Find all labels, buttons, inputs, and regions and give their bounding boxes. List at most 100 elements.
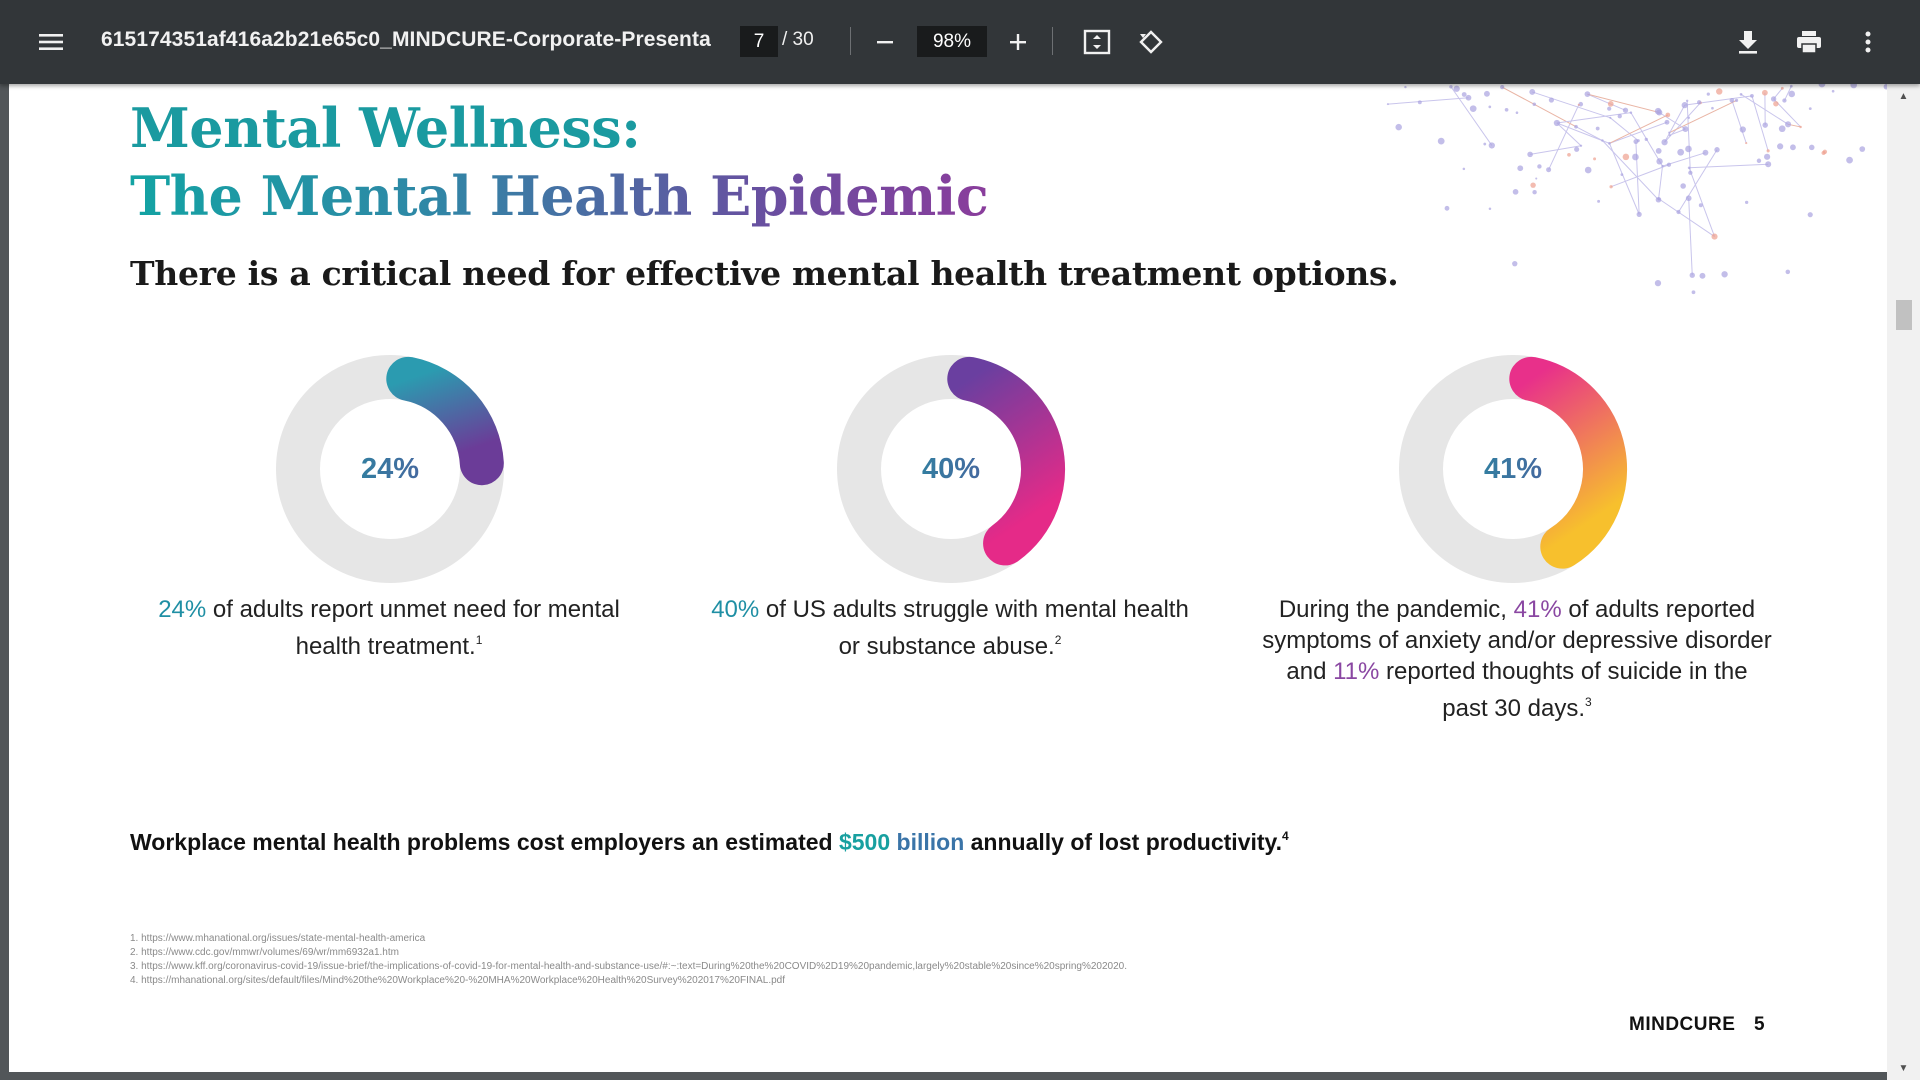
neuron-node	[1790, 144, 1796, 151]
scrollbar-thumb[interactable]	[1896, 300, 1912, 330]
neuron-node	[1584, 166, 1592, 174]
neuron-line	[1686, 100, 1691, 173]
neuron-node	[1417, 100, 1422, 105]
neuron-node	[1676, 209, 1681, 215]
neuron-node	[1488, 142, 1495, 149]
neuron-node	[1654, 280, 1662, 287]
rotate-icon	[1139, 30, 1163, 54]
neuron-node	[1846, 156, 1853, 164]
neuron-node	[1687, 116, 1691, 119]
neuron-node	[1764, 153, 1771, 160]
neuron-node	[1483, 90, 1490, 97]
neuron-node	[1788, 90, 1796, 98]
neuron-node	[1632, 153, 1639, 161]
neuron-node	[1789, 84, 1793, 88]
neuron-node	[1444, 205, 1450, 211]
stat-caption-2: 40% of US adults struggle with mental he…	[700, 594, 1200, 662]
zoom-input[interactable]: 98%	[917, 26, 987, 57]
neuron-line	[1501, 86, 1577, 128]
neuron-node	[1711, 233, 1718, 240]
neuron-node	[1739, 93, 1743, 96]
neuron-node	[1762, 122, 1768, 128]
neuron-node	[1609, 185, 1613, 189]
neuron-node	[1773, 101, 1779, 107]
neuron-node	[1655, 196, 1662, 203]
neuron-node	[1517, 165, 1524, 172]
vertical-scrollbar[interactable]: ▲ ▼	[1887, 84, 1920, 1080]
neuron-node	[1739, 126, 1746, 133]
neuron-node	[1665, 112, 1671, 118]
neuron-node	[1532, 190, 1537, 195]
neuron-node	[1449, 85, 1453, 89]
neuron-line	[1610, 117, 1639, 142]
stat-highlight-2: 11%	[1333, 658, 1380, 685]
neuron-node	[1395, 123, 1402, 131]
stat-highlight: 40%	[711, 596, 760, 623]
pdf-page: Mental Wellness: The Mental Health Epide…	[9, 84, 1887, 1072]
donut-label: 24%	[275, 354, 505, 584]
neuron-node	[1593, 157, 1597, 161]
slide-subtitle: There is a critical need for effective m…	[130, 254, 1399, 293]
footnote: 1. https://www.mhanational.org/issues/st…	[130, 933, 426, 944]
slide-title-line2: The Mental Health Epidemic	[130, 164, 989, 228]
billion-highlight: billion	[890, 829, 965, 855]
neuron-node	[1831, 89, 1835, 93]
neuron-node	[1579, 144, 1583, 147]
footnote-ref: 1	[475, 633, 483, 647]
stat-text: of adults report unmet need for mental h…	[206, 596, 620, 660]
neuron-line	[1688, 198, 1693, 276]
footnote: 2. https://www.cdc.gov/mmwr/volumes/69/w…	[130, 947, 399, 958]
neuron-node	[1689, 272, 1695, 278]
neuron-node	[1761, 89, 1768, 96]
neuron-node	[1744, 200, 1749, 205]
neuron-node	[1780, 86, 1784, 90]
download-button[interactable]	[1724, 18, 1772, 66]
neuron-node	[1483, 142, 1487, 146]
neuron-node	[1691, 290, 1696, 295]
neuron-node	[1656, 158, 1663, 165]
neuron-node	[1681, 102, 1688, 109]
statement-text: annually of lost productivity.	[964, 829, 1283, 855]
neuron-node	[1437, 137, 1445, 145]
neuron-node	[1537, 164, 1542, 169]
toolbar-divider	[1052, 27, 1053, 55]
neuron-node	[1822, 149, 1828, 154]
footnote: 3. https://www.kff.org/coronavirus-covid…	[130, 961, 1127, 972]
menu-icon[interactable]	[27, 18, 75, 66]
donut-chart-41: 41%	[1398, 354, 1628, 584]
neuron-node	[1595, 126, 1600, 131]
neuron-node	[1770, 96, 1777, 102]
zoom-in-button[interactable]	[994, 18, 1042, 66]
neuron-node	[1607, 106, 1612, 111]
neuron-line	[1688, 167, 1716, 237]
neuron-node	[1850, 84, 1857, 89]
stat-text: of US adults struggle with mental health…	[759, 596, 1189, 660]
neuron-node	[1607, 101, 1614, 107]
stat-highlight: 41%	[1513, 596, 1562, 623]
neuron-line	[1602, 140, 1659, 201]
print-icon	[1797, 31, 1821, 54]
rotate-button[interactable]	[1127, 18, 1175, 66]
print-button[interactable]	[1785, 18, 1833, 66]
document-title: 615174351af416a2b21e65c0_MINDCURE-Corpor…	[101, 28, 711, 51]
neuron-node	[1799, 125, 1802, 129]
scroll-down-arrow-icon[interactable]: ▼	[1887, 1056, 1920, 1080]
neuron-node	[1668, 134, 1671, 137]
zoom-out-button[interactable]	[861, 18, 909, 66]
neuron-node	[1682, 126, 1689, 133]
page-number-input[interactable]: 7	[740, 26, 778, 57]
neuron-node	[1785, 269, 1791, 275]
footnote-ref: 3	[1585, 695, 1592, 709]
neuron-node	[1577, 103, 1580, 106]
fit-page-button[interactable]	[1073, 18, 1121, 66]
neuron-node	[1687, 166, 1691, 170]
neuron-node	[1515, 111, 1519, 114]
more-options-button[interactable]	[1844, 18, 1892, 66]
scroll-up-arrow-icon[interactable]: ▲	[1887, 84, 1920, 108]
donut-chart-24: 24%	[275, 354, 505, 584]
neuron-node	[1697, 100, 1702, 105]
neuron-node	[1574, 124, 1578, 129]
neuron-node	[1512, 188, 1519, 195]
neuron-node	[1629, 111, 1633, 114]
neuron-node	[1656, 109, 1663, 116]
